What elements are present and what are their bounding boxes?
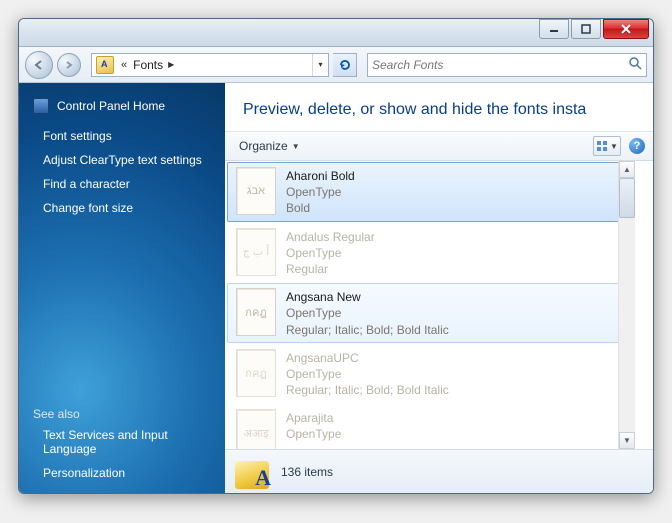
scroll-down-button[interactable]: ▼ (619, 432, 635, 449)
minimize-button[interactable] (539, 19, 569, 39)
font-type: OpenType (286, 426, 341, 442)
font-thumbnail: กคฎ (236, 288, 276, 336)
sidebar-link-change-font-size[interactable]: Change font size (19, 196, 225, 220)
font-name: AngsanaUPC (286, 350, 449, 366)
organize-label: Organize (239, 139, 288, 153)
font-name: Andalus Regular (286, 229, 375, 245)
sidebar-link-cleartype[interactable]: Adjust ClearType text settings (19, 148, 225, 172)
font-list: אבגAharoni BoldOpenTypeBoldأ ب جAndalus … (225, 161, 653, 449)
status-count: 136 items (281, 465, 333, 479)
font-name: Angsana New (286, 289, 449, 305)
status-bar: A 136 items (225, 449, 653, 493)
font-thumbnail: אבג (236, 167, 276, 215)
control-panel-home-link[interactable]: Control Panel Home (19, 95, 225, 124)
back-button[interactable] (25, 51, 53, 79)
control-panel-icon (33, 98, 49, 114)
maximize-button[interactable] (571, 19, 601, 39)
font-thumbnail: अआइ (236, 409, 276, 449)
font-style: Regular; Italic; Bold; Bold Italic (286, 322, 449, 338)
breadcrumb-current[interactable]: Fonts (130, 58, 166, 72)
search-input[interactable] (372, 58, 628, 72)
chevron-right-icon[interactable]: ▶ (166, 60, 176, 69)
fonts-folder-large-icon: A (235, 455, 269, 489)
scrollbar-thumb[interactable] (619, 178, 635, 218)
font-type: OpenType (286, 245, 375, 261)
font-type: OpenType (286, 305, 449, 321)
titlebar[interactable] (19, 19, 653, 47)
forward-button[interactable] (57, 53, 81, 77)
sidebar-link-find-character[interactable]: Find a character (19, 172, 225, 196)
chevron-down-icon: ▼ (292, 142, 300, 151)
search-icon[interactable] (628, 56, 642, 73)
font-style: Regular (286, 261, 375, 277)
chevron-down-icon: ▼ (610, 142, 618, 151)
close-button[interactable] (603, 19, 649, 39)
font-type: OpenType (286, 366, 449, 382)
font-style: Regular; Italic; Bold; Bold Italic (286, 382, 449, 398)
font-name: Aparajita (286, 410, 341, 426)
scrollbar[interactable]: ▲ ▼ (618, 161, 635, 449)
search-box[interactable] (367, 53, 647, 77)
refresh-button[interactable] (333, 53, 357, 77)
sidebar-link-text-services[interactable]: Text Services and Input Language (19, 423, 225, 461)
view-options-button[interactable]: ▼ (593, 136, 621, 156)
see-also-heading: See also (19, 403, 225, 423)
address-bar[interactable]: « Fonts ▶ ▾ (91, 53, 329, 77)
main-panel: Preview, delete, or show and hide the fo… (225, 83, 653, 493)
scroll-up-button[interactable]: ▲ (619, 161, 635, 178)
sidebar: Control Panel Home Font settings Adjust … (19, 83, 225, 493)
organize-menu[interactable]: Organize ▼ (233, 136, 306, 156)
toolbar: Organize ▼ ▼ ? (225, 131, 653, 161)
font-name: Aharoni Bold (286, 168, 355, 184)
page-heading: Preview, delete, or show and hide the fo… (225, 83, 653, 131)
fonts-folder-icon (96, 56, 114, 74)
font-item[interactable]: अआइ AparajitaOpenType (227, 404, 633, 449)
font-thumbnail: กคฎ (236, 349, 276, 397)
navigation-bar: « Fonts ▶ ▾ (19, 47, 653, 83)
explorer-window: « Fonts ▶ ▾ Control Panel Home Font sett… (18, 18, 654, 494)
font-type: OpenType (286, 184, 355, 200)
font-item[interactable]: กคฎ AngsanaUPCOpenTypeRegular; Italic; Bo… (227, 344, 633, 404)
address-dropdown[interactable]: ▾ (312, 54, 328, 76)
help-button[interactable]: ? (629, 138, 645, 154)
sidebar-link-personalization[interactable]: Personalization (19, 461, 225, 485)
control-panel-home-label: Control Panel Home (57, 99, 165, 113)
font-thumbnail: أ ب ج (236, 228, 276, 276)
font-item[interactable]: أ ب ج Andalus RegularOpenTypeRegular (227, 223, 633, 283)
sidebar-link-font-settings[interactable]: Font settings (19, 124, 225, 148)
font-style: Bold (286, 200, 355, 216)
font-item[interactable]: אבג Aharoni BoldOpenTypeBold (227, 162, 633, 222)
font-item[interactable]: กคฎ Angsana NewOpenTypeRegular; Italic; B… (227, 283, 633, 343)
breadcrumb-ellipsis[interactable]: « (118, 59, 130, 71)
